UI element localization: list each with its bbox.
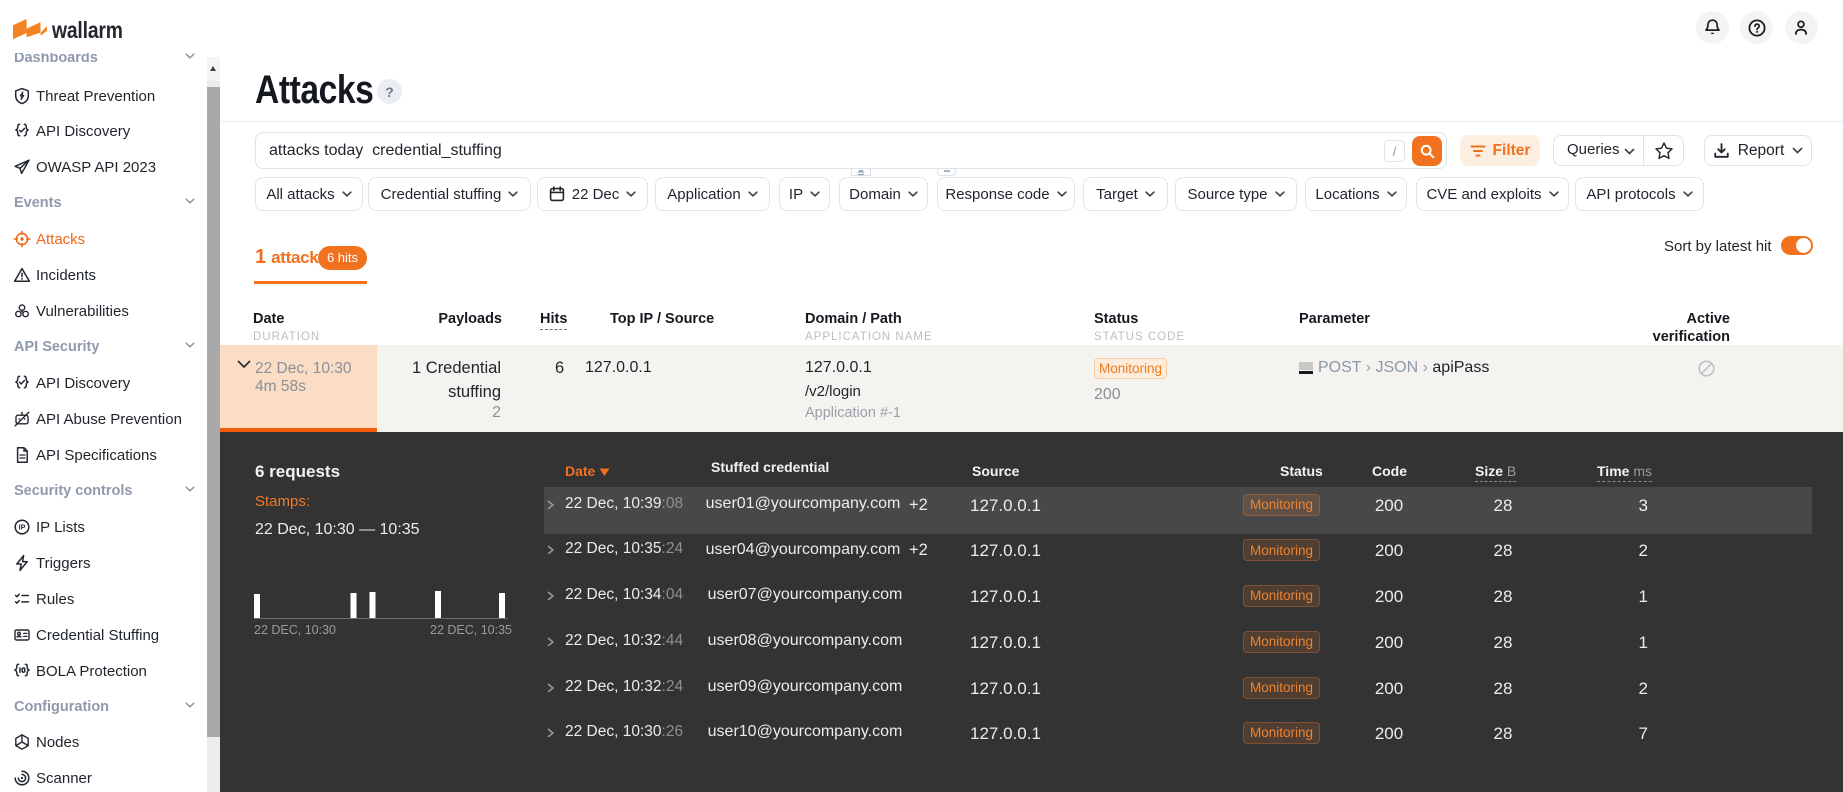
svg-text:IP: IP [19,523,26,532]
